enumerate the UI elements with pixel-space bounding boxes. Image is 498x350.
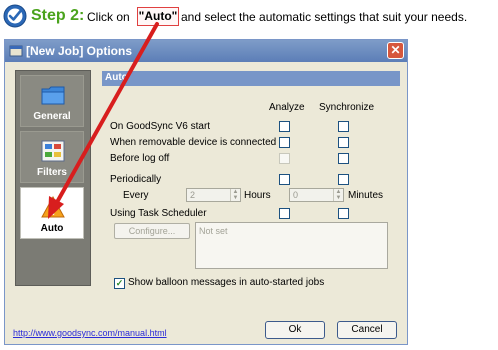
manual-link[interactable]: http://www.goodsync.com/manual.html <box>13 328 167 338</box>
row-label-removable-device: When removable device is connected <box>110 137 277 148</box>
panel-header: Auto <box>102 71 400 86</box>
periodically-analyze-checkbox[interactable] <box>279 174 290 185</box>
ok-button[interactable]: Ok <box>265 321 325 339</box>
check-badge-icon <box>3 4 27 28</box>
window-title: [New Job] Options <box>26 44 132 58</box>
minutes-spinner[interactable]: 0 ▲ ▼ <box>289 188 344 202</box>
panel-header-label: Auto <box>105 72 128 83</box>
spinner-arrows-icon[interactable]: ▲ ▼ <box>333 189 343 201</box>
cancel-button[interactable]: Cancel <box>337 321 397 339</box>
removable-device-analyze-checkbox[interactable] <box>279 137 290 148</box>
minutes-label: Minutes <box>348 190 384 201</box>
spinner-arrows-icon[interactable]: ▲ ▼ <box>230 189 240 201</box>
minutes-value: 0 <box>293 190 299 200</box>
schedule-info-box: Not set <box>195 222 388 269</box>
options-dialog: [New Job] Options ✕ General Filters Auto… <box>4 39 408 345</box>
before-logoff-sync-checkbox[interactable] <box>338 153 349 164</box>
nav-label-general: General <box>33 111 71 122</box>
task-scheduler-sync-checkbox[interactable] <box>338 208 349 219</box>
column-header-analyze: Analyze <box>269 102 305 113</box>
step-text-before: Click on <box>87 10 130 24</box>
step-text-after: and select the automatic settings that s… <box>181 10 468 24</box>
options-nav: General Filters Auto <box>15 70 91 286</box>
step-title: Step 2: <box>31 7 85 24</box>
title-bar[interactable]: [New Job] Options ✕ <box>5 40 407 62</box>
hours-label: Hours <box>244 190 271 201</box>
column-header-synchronize: Synchronize <box>319 102 375 113</box>
balloon-messages-label: Show balloon messages in auto-started jo… <box>128 277 325 288</box>
row-label-periodically: Periodically <box>110 174 162 185</box>
auto-highlight-label: "Auto" <box>137 7 179 26</box>
removable-device-sync-checkbox[interactable] <box>338 137 349 148</box>
row-label-before-logoff: Before log off <box>110 153 170 164</box>
filters-icon <box>41 140 65 162</box>
hours-spinner[interactable]: 2 ▲ ▼ <box>186 188 241 202</box>
warning-icon <box>41 196 65 218</box>
close-icon: ✕ <box>390 43 401 57</box>
configure-button: Configure... <box>114 223 190 239</box>
app-icon <box>9 45 23 57</box>
balloon-messages-checkbox[interactable]: ✓ <box>114 278 125 289</box>
row-label-on-start: On GoodSync V6 start <box>110 121 211 132</box>
nav-label-filters: Filters <box>36 167 67 178</box>
before-logoff-analyze-checkbox <box>279 153 290 164</box>
row-label-task-scheduler: Using Task Scheduler <box>110 208 207 219</box>
hours-value: 2 <box>190 190 196 200</box>
task-scheduler-analyze-checkbox[interactable] <box>279 208 290 219</box>
schedule-info-text: Not set <box>199 226 228 236</box>
on-start-analyze-checkbox[interactable] <box>279 121 290 132</box>
on-start-sync-checkbox[interactable] <box>338 121 349 132</box>
close-button[interactable]: ✕ <box>387 42 404 59</box>
folder-icon <box>41 86 65 105</box>
nav-item-filters[interactable]: Filters <box>20 131 84 183</box>
nav-label-auto: Auto <box>40 223 64 234</box>
periodically-sync-checkbox[interactable] <box>338 174 349 185</box>
step-banner: Step 2: Click on "Auto" and select the a… <box>0 0 498 34</box>
every-label: Every <box>123 190 149 201</box>
nav-item-general[interactable]: General <box>20 75 84 127</box>
nav-item-auto[interactable]: Auto <box>20 187 84 239</box>
